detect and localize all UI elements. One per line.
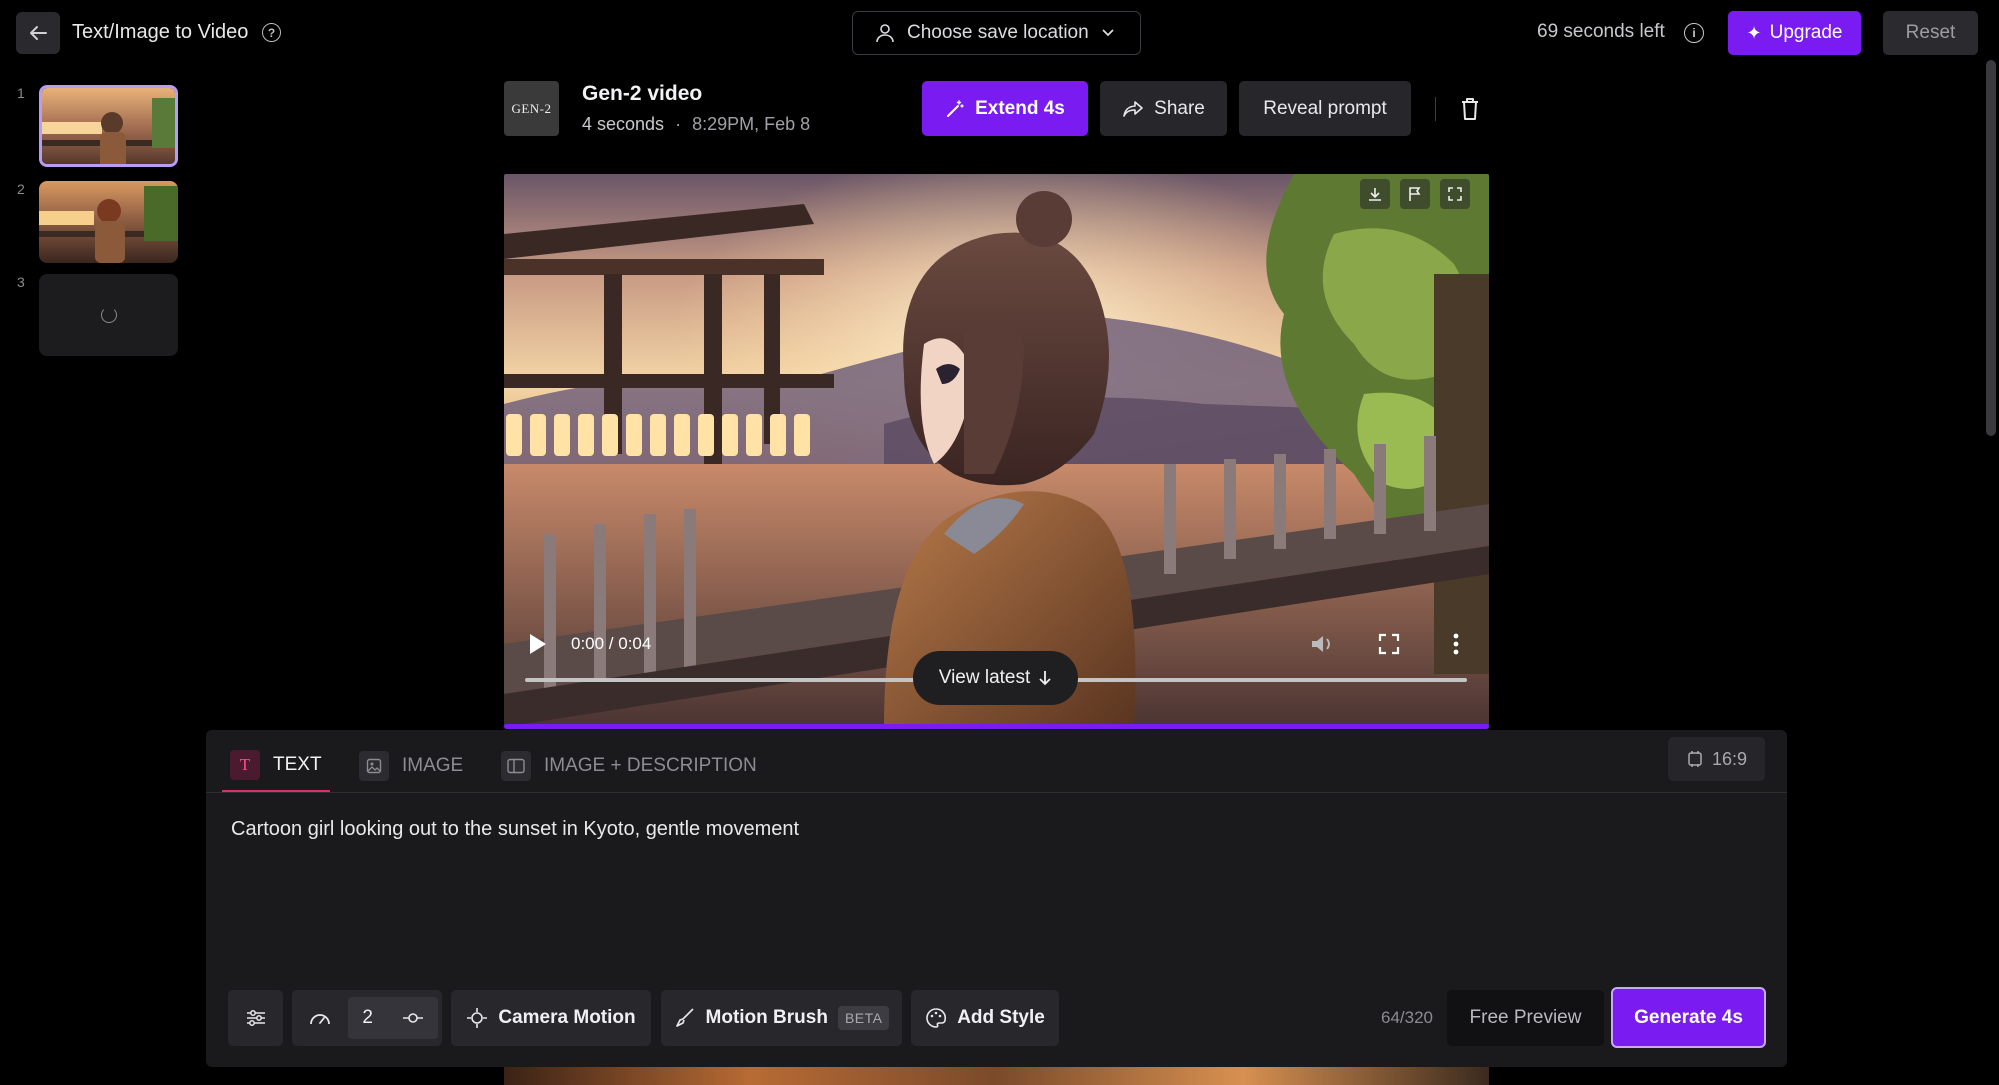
loading-spinner-icon bbox=[100, 307, 117, 323]
sliders-icon bbox=[246, 1010, 265, 1026]
brush-icon bbox=[675, 1008, 694, 1027]
palette-icon bbox=[926, 1008, 947, 1028]
share-button[interactable]: Share bbox=[1100, 81, 1227, 136]
camera-motion-label: Camera Motion bbox=[498, 1007, 636, 1028]
add-style-button[interactable]: Add Style bbox=[911, 990, 1059, 1046]
beta-badge: BETA bbox=[837, 1006, 890, 1030]
sparkle-icon: ✦ bbox=[1746, 22, 1762, 43]
camera-motion-button[interactable]: Camera Motion bbox=[451, 990, 651, 1046]
image-description-icon bbox=[501, 751, 531, 781]
motion-speed-value: 2 bbox=[362, 1007, 373, 1028]
video-expand-button[interactable] bbox=[1440, 179, 1470, 209]
video-frame bbox=[504, 174, 1489, 727]
arrow-down-icon bbox=[1039, 671, 1051, 686]
video-flag-button[interactable] bbox=[1400, 179, 1430, 209]
text-icon: T bbox=[230, 750, 260, 780]
help-icon[interactable]: ? bbox=[262, 23, 281, 42]
next-video-preview bbox=[504, 1067, 1489, 1085]
gen2-logo: GEN-2 bbox=[504, 81, 559, 136]
thumbnail-number: 2 bbox=[17, 181, 25, 197]
share-label: Share bbox=[1154, 97, 1205, 119]
aspect-ratio-button[interactable]: 16:9 bbox=[1668, 737, 1765, 781]
prompt-input[interactable]: Cartoon girl looking out to the sunset i… bbox=[231, 818, 799, 841]
thumbnail-1[interactable] bbox=[39, 85, 178, 167]
motion-brush-label: Motion Brush bbox=[705, 1007, 828, 1028]
commit-icon bbox=[402, 1013, 423, 1023]
share-icon bbox=[1123, 100, 1143, 117]
expand-icon bbox=[1448, 187, 1462, 201]
panel-divider bbox=[206, 792, 1787, 793]
tab-label: TEXT bbox=[273, 754, 322, 775]
page-title: Text/Image to Video bbox=[72, 21, 249, 43]
more-options-icon[interactable] bbox=[1449, 632, 1463, 656]
settings-button[interactable] bbox=[228, 990, 283, 1046]
save-location-dropdown[interactable]: Choose save location bbox=[852, 11, 1141, 55]
thumbnail-image bbox=[42, 88, 175, 164]
view-latest-button[interactable]: View latest bbox=[913, 651, 1078, 705]
trash-icon bbox=[1462, 97, 1478, 120]
motion-speed-stepper[interactable]: 2 bbox=[348, 997, 438, 1039]
delete-button[interactable] bbox=[1456, 96, 1484, 124]
video-meta: 4 seconds · 8:29PM, Feb 8 bbox=[582, 114, 810, 135]
scrollbar-thumb[interactable] bbox=[1986, 60, 1996, 436]
info-icon[interactable]: i bbox=[1684, 23, 1704, 43]
image-icon bbox=[359, 751, 389, 781]
camera-motion-icon bbox=[467, 1008, 488, 1028]
fullscreen-icon[interactable] bbox=[1378, 633, 1400, 655]
user-icon bbox=[876, 24, 894, 43]
arrow-left-icon bbox=[30, 26, 47, 40]
extend-button[interactable]: Extend 4s bbox=[922, 81, 1088, 136]
save-location-label: Choose save location bbox=[907, 22, 1089, 43]
thumbnail-image bbox=[39, 181, 178, 263]
play-icon[interactable] bbox=[526, 631, 550, 657]
video-duration: 4 seconds bbox=[582, 114, 665, 134]
motion-brush-button[interactable]: Motion Brush BETA bbox=[661, 990, 902, 1046]
video-title: Gen-2 video bbox=[582, 82, 703, 105]
extend-label: Extend 4s bbox=[975, 97, 1065, 119]
video-download-button[interactable] bbox=[1360, 179, 1390, 209]
download-icon bbox=[1369, 188, 1381, 201]
toolbar-divider bbox=[1435, 97, 1436, 121]
upgrade-button[interactable]: ✦ Upgrade bbox=[1728, 11, 1861, 55]
tab-text[interactable]: T TEXT bbox=[222, 740, 330, 792]
thumbnail-number: 3 bbox=[17, 274, 25, 290]
credits-remaining: 69 seconds left bbox=[1537, 21, 1665, 42]
volume-icon[interactable] bbox=[1310, 633, 1336, 655]
reset-button[interactable]: Reset bbox=[1883, 11, 1978, 55]
thumbnail-2[interactable] bbox=[39, 181, 178, 263]
reveal-prompt-button[interactable]: Reveal prompt bbox=[1239, 81, 1411, 136]
tab-label: IMAGE bbox=[402, 755, 464, 776]
generate-button[interactable]: Generate 4s bbox=[1611, 987, 1766, 1048]
view-latest-label: View latest bbox=[938, 667, 1031, 688]
thumbnail-3-loading[interactable] bbox=[39, 274, 178, 356]
upgrade-label: Upgrade bbox=[1769, 22, 1843, 43]
crop-icon bbox=[1688, 751, 1702, 767]
video-time-display: 0:00 / 0:04 bbox=[571, 634, 652, 653]
tab-image-description[interactable]: IMAGE + DESCRIPTION bbox=[493, 740, 765, 792]
character-count: 64/320 bbox=[1381, 1008, 1433, 1027]
video-player[interactable] bbox=[504, 174, 1489, 727]
tab-label: IMAGE + DESCRIPTION bbox=[544, 755, 757, 776]
free-preview-button[interactable]: Free Preview bbox=[1447, 990, 1604, 1046]
tab-image[interactable]: IMAGE bbox=[351, 740, 471, 792]
magic-wand-icon bbox=[947, 99, 964, 117]
flag-icon bbox=[1409, 187, 1421, 201]
meta-separator: · bbox=[675, 114, 682, 134]
gauge-icon bbox=[310, 1014, 330, 1025]
back-button[interactable] bbox=[16, 12, 60, 54]
chevron-down-icon bbox=[1102, 29, 1114, 37]
generation-progress-line bbox=[504, 724, 1489, 729]
video-timestamp: 8:29PM, Feb 8 bbox=[692, 114, 811, 134]
thumbnail-number: 1 bbox=[17, 85, 25, 101]
add-style-label: Add Style bbox=[957, 1007, 1045, 1028]
aspect-ratio-label: 16:9 bbox=[1711, 748, 1748, 769]
